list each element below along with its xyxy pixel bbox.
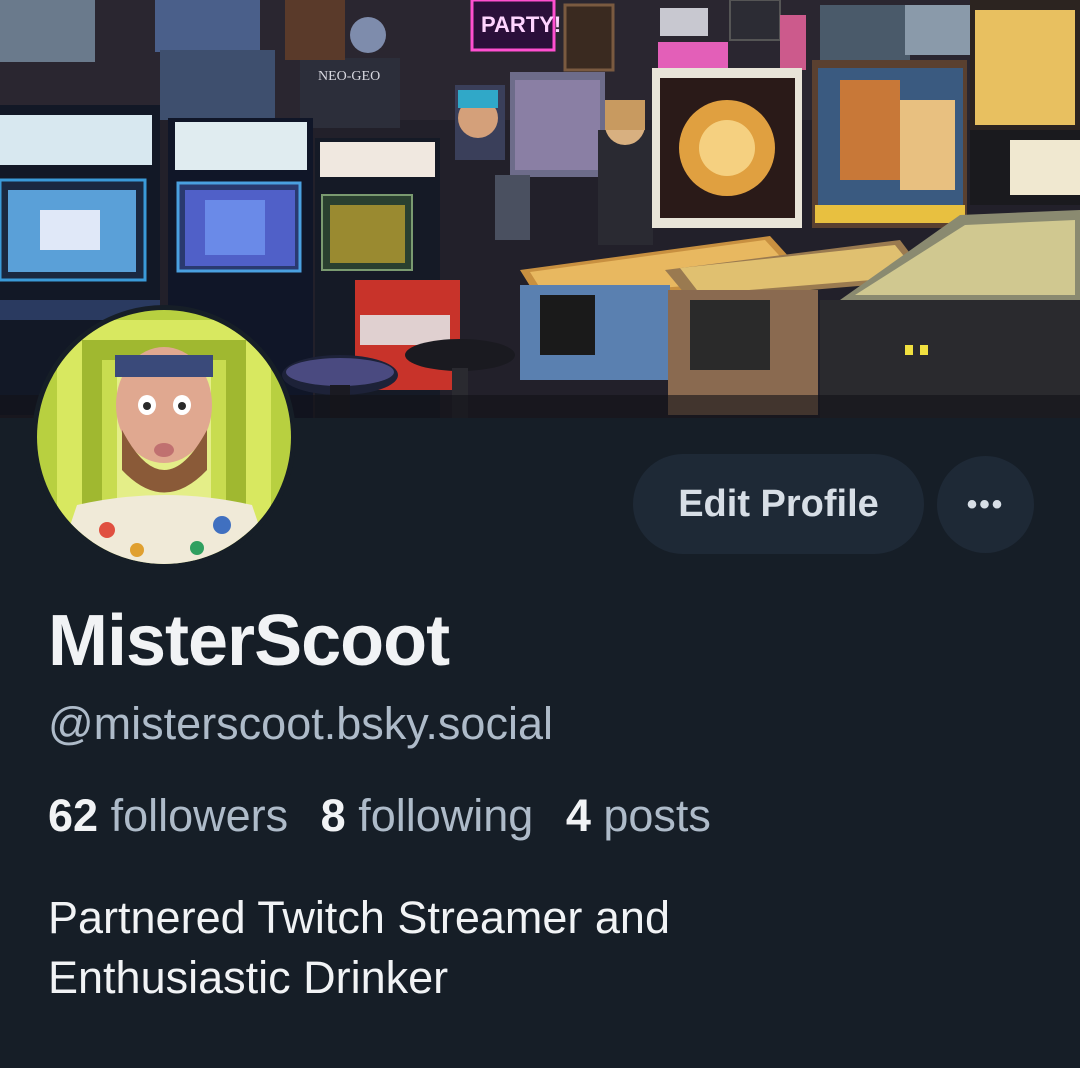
edit-profile-button[interactable]: Edit Profile — [633, 454, 924, 554]
profile-display-name: MisterScoot — [48, 601, 450, 681]
posts-count: 4 — [565, 790, 591, 841]
profile-handle: @misterscoot.bsky.social — [48, 698, 553, 749]
following-stat[interactable]: 8 following — [321, 790, 534, 841]
bio-line: Enthusiastic Drinker — [48, 952, 449, 1003]
following-label: following — [358, 790, 534, 841]
posts-stat: 4 posts — [566, 790, 711, 841]
profile-avatar[interactable] — [32, 305, 296, 569]
posts-label: posts — [603, 790, 711, 841]
followers-stat[interactable]: 62 followers — [48, 790, 288, 841]
following-count: 8 — [320, 790, 346, 841]
profile-bio: Partnered Twitch Streamer and Enthusiast… — [48, 888, 948, 1008]
followers-count: 62 — [48, 790, 99, 841]
banner-neon-sign-text: PARTY! — [481, 12, 561, 37]
avatar-image — [37, 310, 291, 564]
more-options-button[interactable]: ••• — [937, 456, 1034, 553]
followers-label: followers — [110, 790, 289, 841]
bio-line: Partnered Twitch Streamer and — [48, 892, 670, 943]
banner-console-text: NEO-GEO — [318, 69, 380, 84]
profile-stats: 62 followers 8 following 4 posts — [48, 790, 731, 842]
ellipsis-icon: ••• — [966, 487, 1005, 521]
